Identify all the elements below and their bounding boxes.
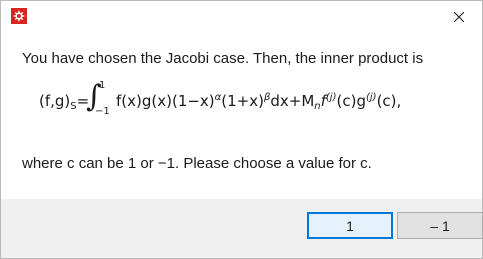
close-icon [454,12,464,22]
choose-1-button[interactable]: 1 [307,212,393,239]
choose-minus-1-button[interactable]: – 1 [397,212,483,239]
title-bar [1,1,482,33]
formula-integrand: f(x)g(x)(1−x)α(1+x)βdx+Mnf(j)(c)g(j)(c), [116,92,402,112]
message-intro: You have chosen the Jacobi case. Then, t… [22,50,424,67]
integral-lower-limit: −1 [95,106,110,117]
message-area: You have chosen the Jacobi case. Then, t… [1,33,482,199]
app-icon [11,8,27,24]
formula-lhs: (f,g)S= [39,92,90,112]
message-prompt: where c can be 1 or −1. Please choose a … [22,155,372,172]
integral-upper-limit: 1 [99,80,106,91]
dialog-window: You have chosen the Jacobi case. Then, t… [0,0,483,259]
close-button[interactable] [436,1,482,33]
button-bar: 1 – 1 [1,199,483,258]
